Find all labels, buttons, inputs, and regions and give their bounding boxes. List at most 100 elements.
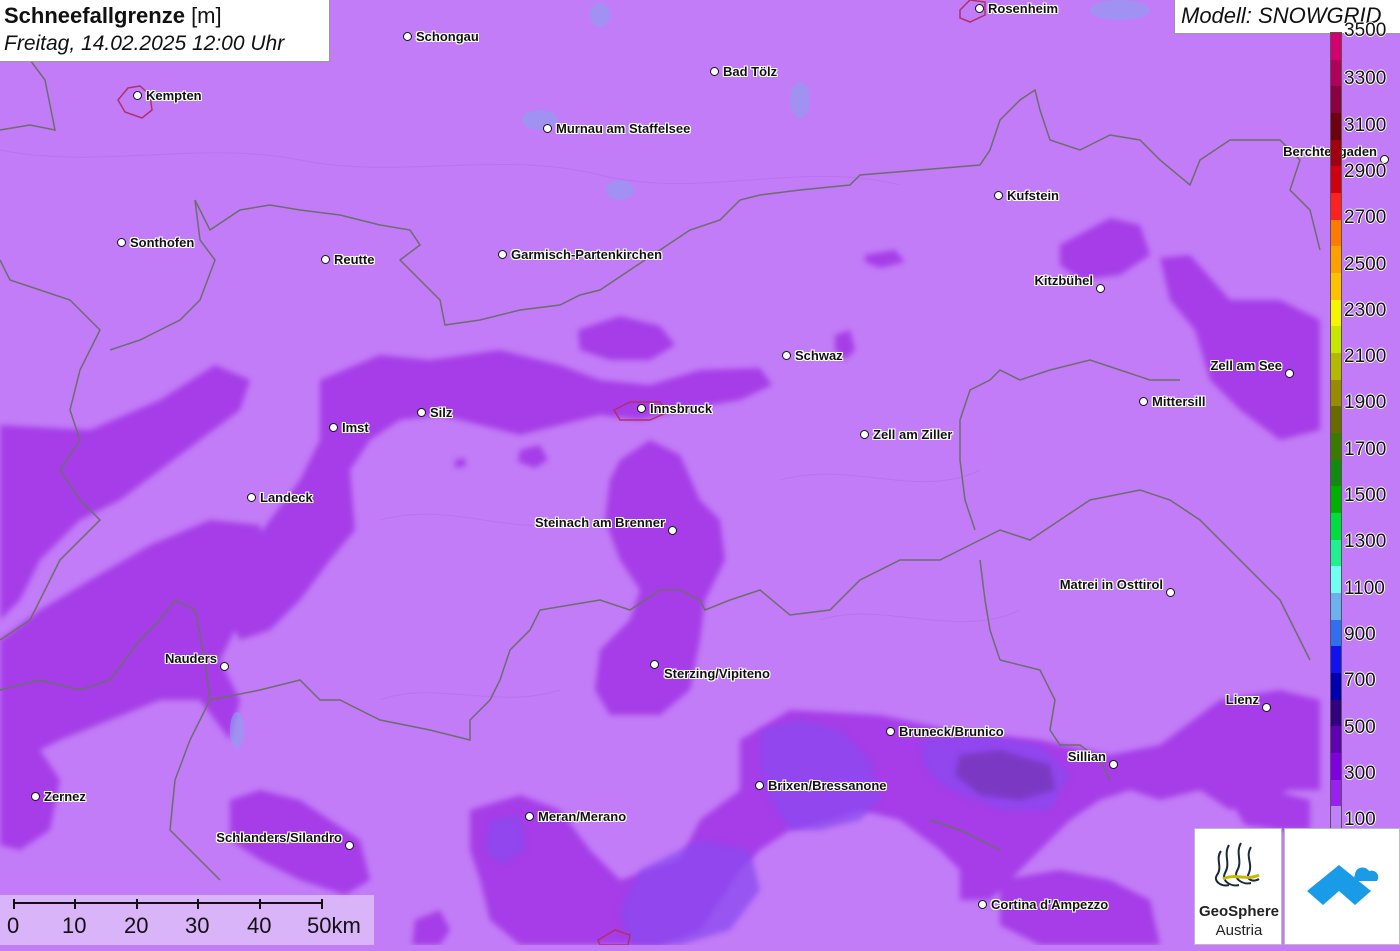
legend-swatch (1331, 593, 1341, 621)
city-label-garmisch-partenkirchen: Garmisch-Partenkirchen (511, 247, 663, 262)
city-label-nauders: Nauders (164, 651, 217, 666)
legend-label-3500: 3500 (1344, 20, 1387, 41)
legend-label-2500: 2500 (1344, 253, 1387, 275)
color-legend: 3500 3300 3100 2900 2700 2500 2300 2100 1900 1700… (1328, 20, 1400, 834)
legend-swatch (1331, 219, 1341, 247)
scale-label-10: 10 (62, 913, 87, 938)
legend-label-2700: 2700 (1344, 207, 1387, 229)
legend-label-3300: 3300 (1344, 68, 1387, 90)
scale-label-40: 40 (247, 913, 272, 938)
mountain-cloud-icon (1307, 865, 1379, 905)
legend-swatch (1331, 353, 1341, 381)
legend-label-1100: 1100 (1344, 577, 1385, 599)
geosphere-emblem-icon (1215, 842, 1260, 887)
city-label-kufstein: Kufstein (1007, 188, 1059, 203)
scale-label-50km: 50km (307, 913, 361, 938)
city-marker-rosenheim (975, 4, 984, 13)
legend-swatch (1331, 646, 1341, 674)
city-marker-zernez (31, 792, 40, 801)
city-label-steinach-am-brenner: Steinach am Brenner (534, 515, 665, 530)
city-marker-murnau-am-staffelsee (543, 124, 552, 133)
legend-swatch (1331, 566, 1341, 594)
legend-swatch (1331, 166, 1341, 194)
city-label-sillian: Sillian (1067, 749, 1106, 764)
city-label-rosenheim: Rosenheim (988, 1, 1059, 16)
city-label-kempten: Kempten (146, 88, 202, 103)
city-label-kitzb-hel: Kitzbühel (1034, 273, 1094, 288)
city-label-silz: Silz (430, 405, 453, 420)
city-marker-sterzing-vipiteno (650, 660, 659, 669)
city-label-matrei-in-osttirol: Matrei in Osttirol (1059, 577, 1163, 592)
city-marker-matrei-in-osttirol (1166, 588, 1175, 597)
city-marker-lienz (1262, 703, 1271, 712)
geosphere-logo[interactable]: GeoSphere Austria (1194, 828, 1282, 945)
legend-swatch (1331, 619, 1341, 647)
legend-label-1700: 1700 (1344, 438, 1387, 460)
city-marker-meran-merano (525, 812, 534, 821)
city-marker-mittersill (1139, 397, 1148, 406)
map-subtitle: Freitag, 14.02.2025 12:00 Uhr (4, 32, 285, 55)
city-label-schwaz: Schwaz (795, 348, 843, 363)
legend-label-2900: 2900 (1344, 160, 1387, 182)
legend-label-1300: 1300 (1344, 531, 1387, 553)
legend-swatch (1331, 59, 1341, 87)
geosphere-logo-line2: Austria (1215, 922, 1263, 939)
scale-label-20: 20 (124, 913, 149, 938)
legend-label-2100: 2100 (1344, 346, 1387, 368)
city-label-murnau-am-staffelsee: Murnau am Staffelsee (556, 121, 691, 136)
city-marker-brixen-bressanone (755, 781, 764, 790)
legend-swatch (1331, 113, 1341, 141)
legend-swatch (1331, 753, 1341, 781)
scale-label-0: 0 (7, 913, 20, 938)
city-label-brixen-bressanone: Brixen/Bressanone (768, 778, 887, 793)
city-marker-schlanders-silandro (345, 841, 354, 850)
city-marker-imst (329, 423, 338, 432)
legend-label-2300: 2300 (1344, 299, 1387, 321)
legend-swatch (1331, 139, 1341, 167)
city-marker-steinach-am-brenner (668, 526, 677, 535)
city-label-bruneck-brunico: Bruneck/Brunico (899, 724, 1004, 739)
legend-color-bar (1330, 32, 1342, 834)
city-label-landeck: Landeck (260, 490, 313, 505)
partner-cloud-logo[interactable] (1284, 828, 1400, 945)
legend-swatch (1331, 433, 1341, 461)
map-title: Schneefallgrenze [m] (4, 3, 222, 28)
city-marker-sillian (1109, 760, 1118, 769)
city-marker-garmisch-partenkirchen (498, 250, 507, 259)
city-label-sterzing-vipiteno: Sterzing/Vipiteno (664, 666, 770, 681)
legend-label-500: 500 (1344, 716, 1376, 738)
city-marker-reutte (321, 255, 330, 264)
city-label-cortina-d-ampezzo: Cortina d'Ampezzo (991, 897, 1109, 912)
city-label-bad-t-lz: Bad Tölz (723, 64, 778, 79)
city-marker-landeck (247, 493, 256, 502)
legend-swatch (1331, 246, 1341, 274)
city-label-meran-merano: Meran/Merano (538, 809, 627, 824)
city-marker-bad-t-lz (710, 67, 719, 76)
legend-swatch (1331, 673, 1341, 701)
legend-swatch (1331, 326, 1341, 354)
legend-label-3100: 3100 (1344, 114, 1387, 136)
legend-label-1900: 1900 (1344, 392, 1387, 414)
city-marker-zell-am-see (1285, 369, 1294, 378)
legend-swatch (1331, 193, 1341, 221)
legend-label-900: 900 (1344, 623, 1376, 645)
legend-swatch (1331, 726, 1341, 754)
city-label-lienz: Lienz (1225, 692, 1259, 707)
city-marker-sonthofen (117, 238, 126, 247)
city-label-reutte: Reutte (334, 252, 375, 267)
legend-swatch (1331, 379, 1341, 407)
city-label-mittersill: Mittersill (1152, 394, 1206, 409)
map-title-box: Schneefallgrenze [m] Freitag, 14.02.2025… (0, 0, 330, 62)
legend-label-700: 700 (1344, 670, 1376, 692)
city-label-sonthofen: Sonthofen (130, 235, 195, 250)
city-marker-silz (417, 408, 426, 417)
city-marker-kufstein (994, 191, 1003, 200)
legend-swatch (1331, 86, 1341, 114)
city-marker-schwaz (782, 351, 791, 360)
legend-swatch (1331, 299, 1341, 327)
geosphere-logo-line1: GeoSphere (1198, 903, 1280, 920)
city-marker-kitzb-hel (1096, 284, 1105, 293)
city-marker-schongau (403, 32, 412, 41)
city-marker-bruneck-brunico (886, 727, 895, 736)
city-marker-cortina-d-ampezzo (978, 900, 987, 909)
